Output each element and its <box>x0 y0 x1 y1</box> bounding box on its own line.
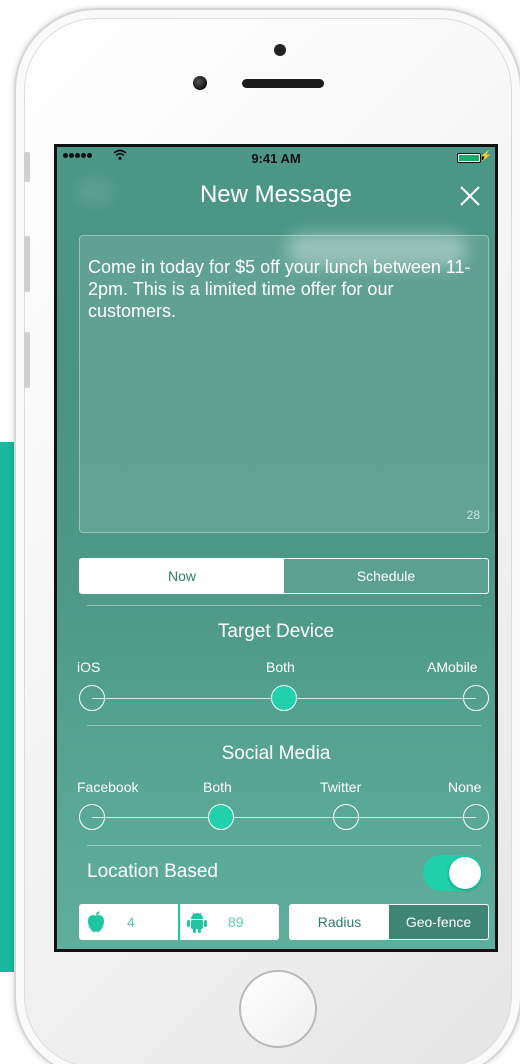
schedule-button[interactable]: Schedule <box>284 559 488 593</box>
battery-icon <box>457 153 481 163</box>
mute-switch <box>24 152 30 182</box>
target-both-knob[interactable] <box>271 685 297 711</box>
apple-count: 4 <box>127 914 135 930</box>
social-facebook-label: Facebook <box>77 779 139 795</box>
decorative-strip <box>0 442 14 972</box>
message-textarea[interactable]: Come in today for $5 off your lunch betw… <box>79 235 489 533</box>
social-twitter-knob[interactable] <box>333 804 359 830</box>
location-based-label: Location Based <box>87 861 218 882</box>
android-icon <box>187 912 207 933</box>
volume-up-button <box>24 236 30 292</box>
target-amobile-label: AMobile <box>427 659 478 675</box>
character-count: 28 <box>466 508 480 522</box>
location-toggle[interactable] <box>423 855 483 891</box>
earpiece-speaker <box>242 79 324 88</box>
app-screen: 9:41 AM ⚡ New Message Come in today for … <box>54 144 498 952</box>
android-count-cell: 89 <box>178 904 279 940</box>
target-both-label: Both <box>266 659 295 675</box>
now-button[interactable]: Now <box>80 559 284 593</box>
radius-button[interactable]: Radius <box>290 905 389 939</box>
charging-icon: ⚡ <box>479 151 492 162</box>
social-none-knob[interactable] <box>463 804 489 830</box>
message-text[interactable]: Come in today for $5 off your lunch betw… <box>88 256 478 322</box>
target-ios-knob[interactable] <box>79 685 105 711</box>
send-time-segmented-control: Now Schedule <box>79 558 489 594</box>
page-title: New Message <box>199 181 353 208</box>
divider <box>87 845 481 846</box>
divider <box>87 725 481 726</box>
front-camera <box>193 76 207 90</box>
social-facebook-knob[interactable] <box>79 804 105 830</box>
home-button[interactable] <box>239 970 317 1048</box>
target-device-title: Target Device <box>217 621 335 642</box>
close-icon[interactable] <box>459 185 481 207</box>
social-both-knob[interactable] <box>208 804 234 830</box>
phone-frame: 9:41 AM ⚡ New Message Come in today for … <box>14 8 520 1064</box>
target-amobile-knob[interactable] <box>463 685 489 711</box>
apple-count-cell: 4 <box>79 904 178 940</box>
volume-down-button <box>24 332 30 388</box>
android-count: 89 <box>228 914 244 930</box>
geo-fence-button[interactable]: Geo-fence <box>389 905 488 939</box>
device-counts: 4 89 <box>79 904 279 940</box>
divider <box>87 605 481 606</box>
social-media-track <box>92 817 476 818</box>
social-twitter-label: Twitter <box>320 779 362 795</box>
apple-icon <box>88 911 104 932</box>
proximity-sensor <box>274 44 286 56</box>
toggle-thumb <box>449 857 481 889</box>
status-time: 9:41 AM <box>251 151 301 166</box>
target-ios-label: iOS <box>77 659 101 675</box>
social-both-label: Both <box>203 779 232 795</box>
status-bar: 9:41 AM ⚡ <box>57 147 495 169</box>
social-media-title: Social Media <box>221 743 331 764</box>
area-mode-segmented-control: Radius Geo-fence <box>289 904 489 940</box>
social-none-label: None <box>448 779 482 795</box>
